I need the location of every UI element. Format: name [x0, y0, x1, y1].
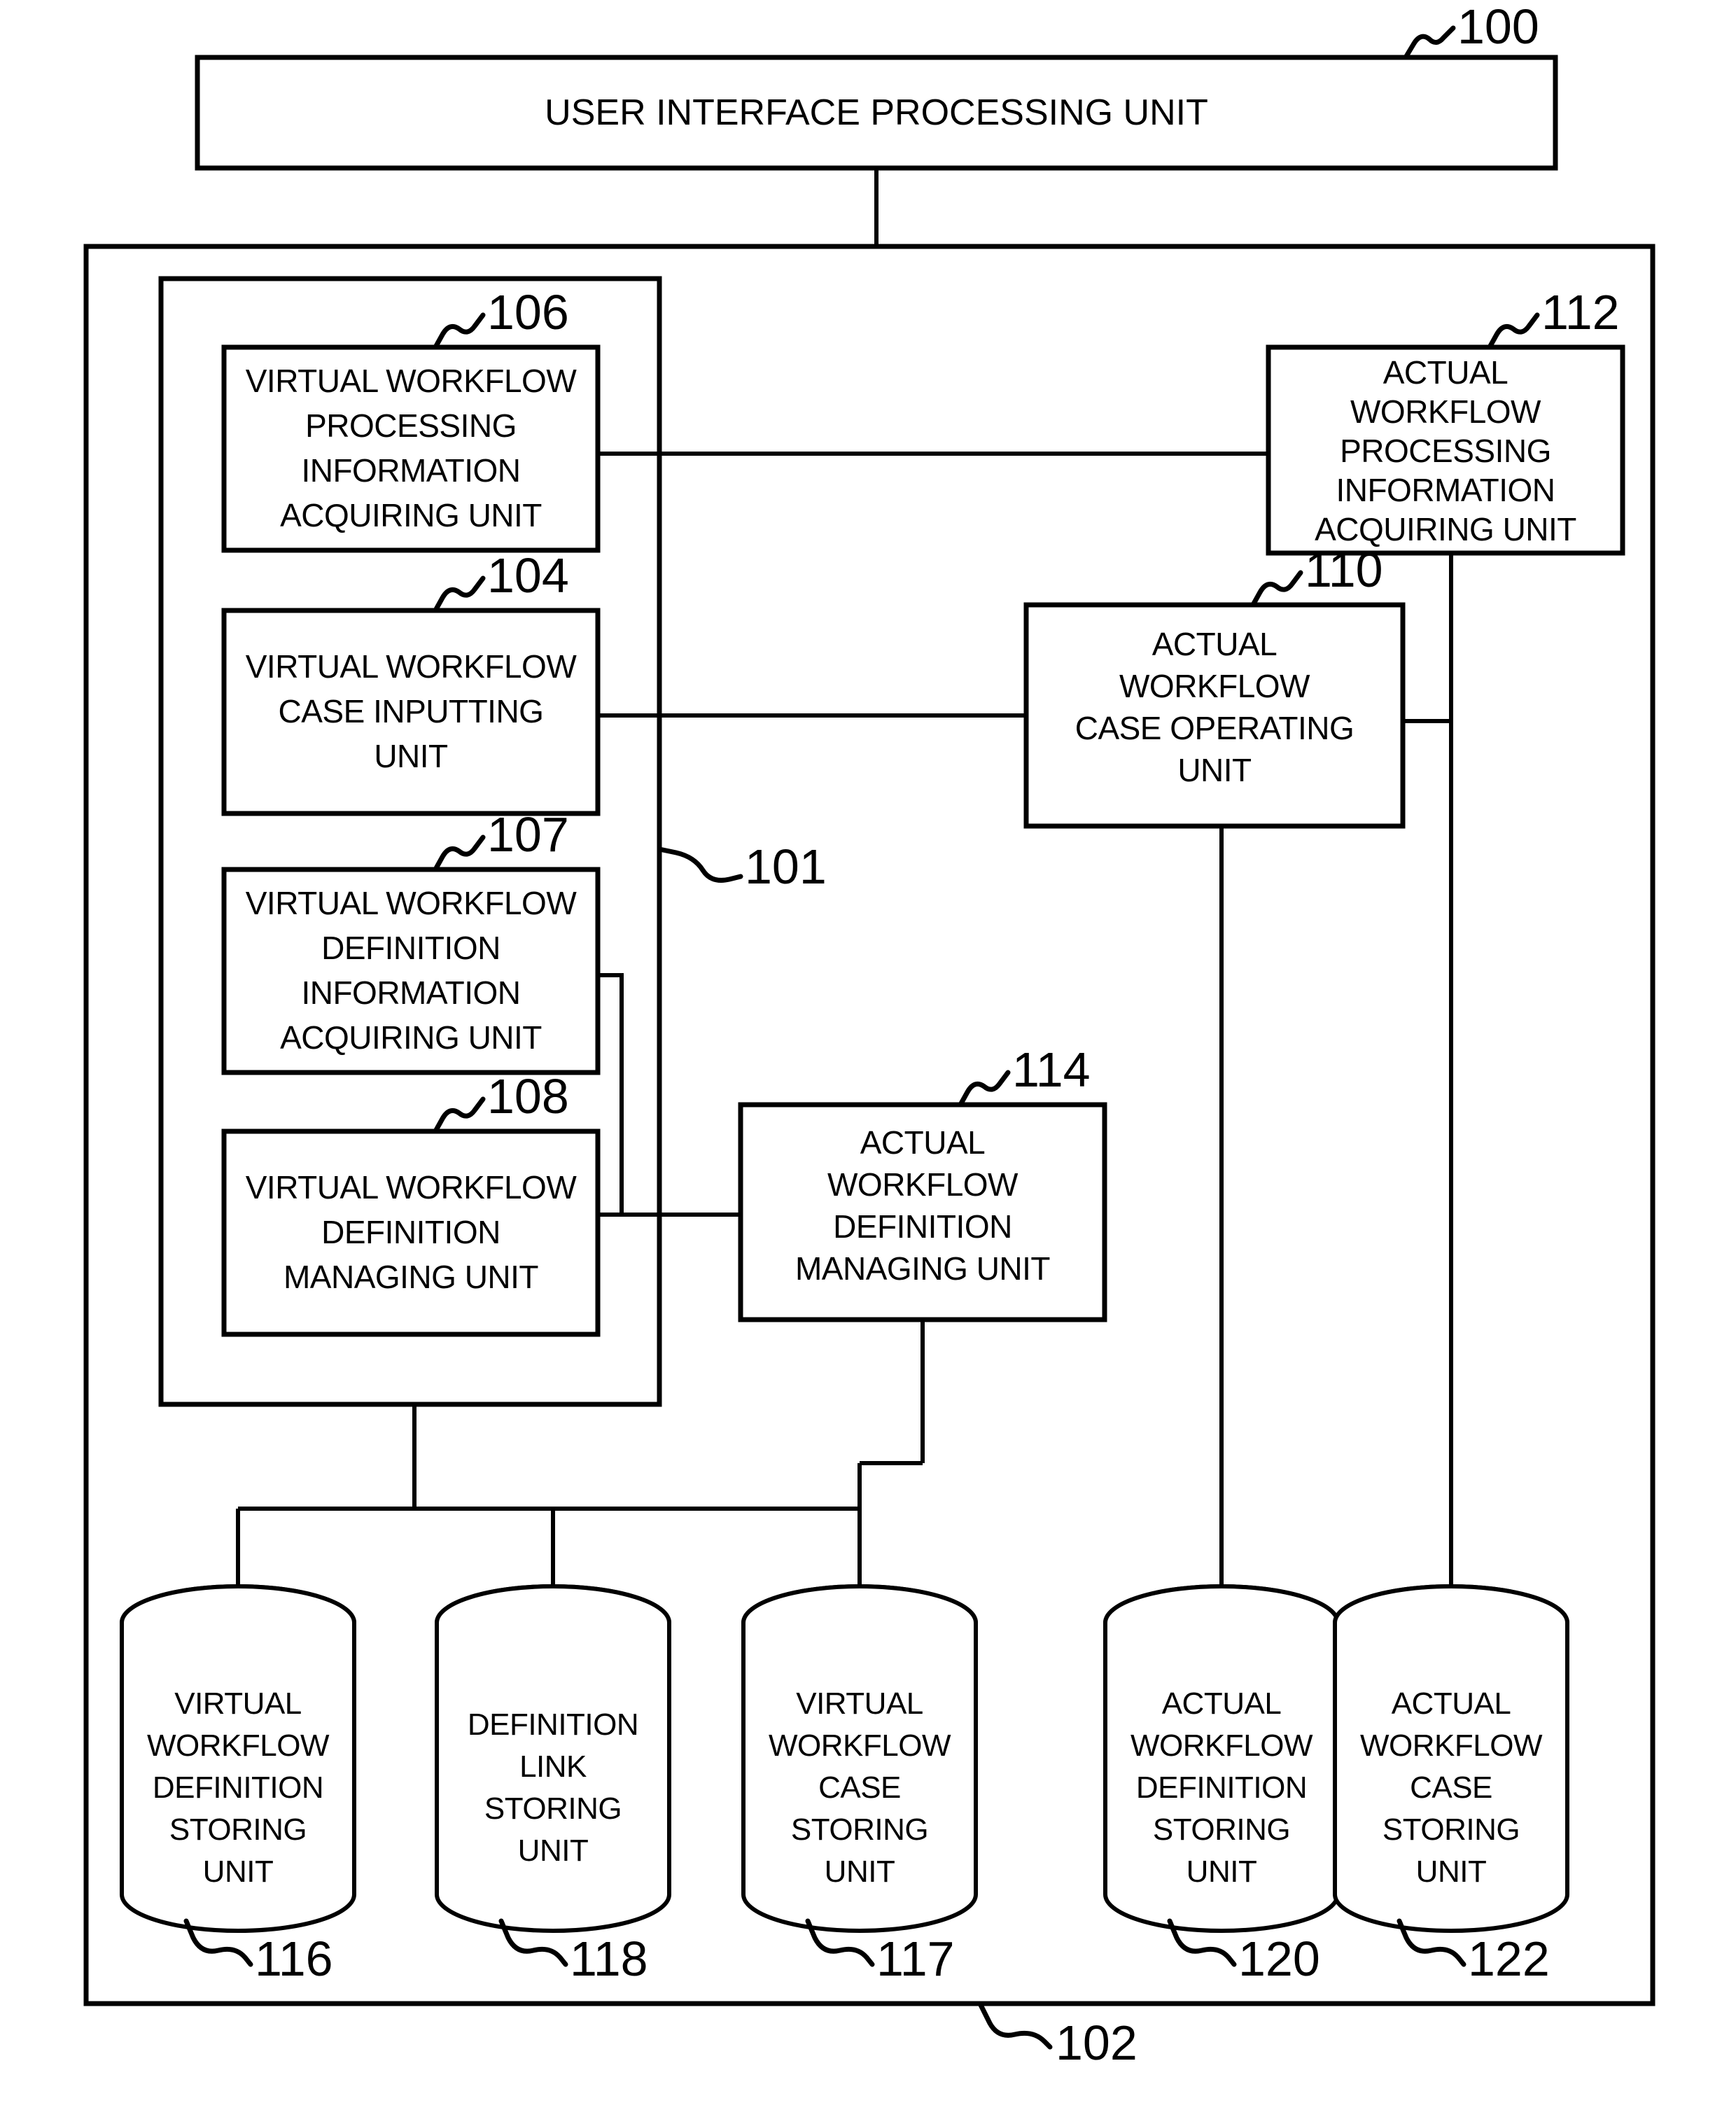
box-114-line-2: DEFINITION: [833, 1208, 1012, 1245]
ref-number-112: 112: [1541, 285, 1620, 340]
box-110-line-2: CASE OPERATING: [1075, 710, 1354, 746]
cyl-118-line-3: UNIT: [518, 1833, 589, 1868]
cyl-122-line-0: ACTUAL: [1392, 1686, 1511, 1721]
ref-number-108: 108: [487, 1069, 569, 1124]
actual-workflow-case-operating-unit-box: ACTUAL WORKFLOW CASE OPERATING UNIT: [1023, 602, 1406, 829]
box-110-line-3: UNIT: [1177, 752, 1252, 788]
ref-number-104: 104: [487, 548, 569, 603]
ref-number-122: 122: [1468, 1931, 1550, 1986]
box-107-line-2: INFORMATION: [301, 974, 520, 1011]
actual-workflow-definition-storing-unit-cylinder: ACTUAL WORKFLOW DEFINITION STORING UNIT: [1103, 1584, 1340, 1933]
box-108-line-0: VIRTUAL WORKFLOW: [246, 1169, 578, 1206]
ref-number-101: 101: [745, 839, 827, 894]
cyl-120-line-1: WORKFLOW: [1130, 1728, 1313, 1763]
cyl-117-line-1: WORKFLOW: [769, 1728, 951, 1763]
box-114-line-1: WORKFLOW: [827, 1166, 1018, 1203]
lead-line-101: [657, 846, 743, 883]
ref-number-102: 102: [1056, 2015, 1138, 2070]
lead-line-114: [958, 1070, 1011, 1108]
cyl-117-line-4: UNIT: [825, 1854, 895, 1889]
box-112-line-3: INFORMATION: [1336, 472, 1555, 508]
banner-label: USER INTERFACE PROCESSING UNIT: [545, 92, 1208, 133]
box-112-line-2: PROCESSING: [1340, 433, 1551, 469]
cyl-118-top: [435, 1584, 671, 1623]
cyl-122-line-2: CASE: [1410, 1770, 1492, 1805]
ref-number-116: 116: [255, 1931, 333, 1986]
box-107-line-0: VIRTUAL WORKFLOW: [246, 885, 578, 921]
ref-number-107: 107: [487, 807, 569, 862]
lead-line-107: [433, 834, 486, 872]
box-107-line-1: DEFINITION: [321, 930, 500, 966]
box-106-line-3: ACQUIRING UNIT: [280, 497, 542, 533]
cyl-122-line-4: UNIT: [1416, 1854, 1487, 1889]
box-108-line-1: DEFINITION: [321, 1214, 500, 1250]
cyl-120-line-3: STORING: [1153, 1812, 1290, 1847]
box-106-line-2: INFORMATION: [301, 452, 520, 489]
cyl-120-line-4: UNIT: [1186, 1854, 1257, 1889]
cyl-120-top: [1103, 1584, 1340, 1623]
virtual-workflow-case-inputting-unit-box: VIRTUAL WORKFLOW CASE INPUTTING UNIT: [221, 608, 601, 816]
box-114-line-3: MANAGING UNIT: [795, 1250, 1050, 1287]
box-104-line-2: UNIT: [374, 738, 448, 774]
cyl-116-line-4: UNIT: [203, 1854, 274, 1889]
lead-line-102: [977, 2001, 1053, 2050]
cyl-117-line-3: STORING: [791, 1812, 928, 1847]
box-107-line-3: ACQUIRING UNIT: [280, 1019, 542, 1056]
connector-107-to-bus: [598, 973, 624, 1215]
cyl-116-top: [120, 1584, 356, 1623]
ref-number-118: 118: [570, 1931, 648, 1986]
box-114-line-0: ACTUAL: [860, 1124, 985, 1161]
ref-number-114: 114: [1012, 1042, 1091, 1097]
box-104-line-0: VIRTUAL WORKFLOW: [246, 648, 578, 685]
box-112-line-0: ACTUAL: [1383, 354, 1508, 391]
cyl-117-line-0: VIRTUAL: [796, 1686, 923, 1721]
actual-workflow-processing-information-acquiring-unit-box: ACTUAL WORKFLOW PROCESSING INFORMATION A…: [1266, 344, 1625, 556]
virtual-workflow-definition-information-acquiring-unit-box: VIRTUAL WORKFLOW DEFINITION INFORMATION …: [221, 867, 601, 1075]
cyl-117-line-2: CASE: [818, 1770, 901, 1805]
cyl-120-line-0: ACTUAL: [1162, 1686, 1282, 1721]
cyl-122-line-1: WORKFLOW: [1360, 1728, 1543, 1763]
ref-number-106: 106: [487, 285, 569, 340]
cyl-118-line-2: STORING: [484, 1791, 622, 1826]
lead-line-108: [433, 1096, 486, 1134]
ref-number-100: 100: [1457, 0, 1539, 54]
box-112-line-1: WORKFLOW: [1350, 393, 1541, 430]
cyl-116-line-0: VIRTUAL: [174, 1686, 302, 1721]
lead-line-112: [1487, 312, 1540, 350]
cyl-116-line-3: STORING: [169, 1812, 307, 1847]
lead-line-106: [433, 312, 486, 350]
ref-number-117: 117: [876, 1931, 955, 1986]
ref-number-110: 110: [1305, 543, 1383, 597]
user-interface-processing-unit-box: USER INTERFACE PROCESSING UNIT: [195, 55, 1558, 171]
cyl-120-line-2: DEFINITION: [1136, 1770, 1307, 1805]
definition-link-storing-unit-cylinder: DEFINITION LINK STORING UNIT: [435, 1584, 671, 1933]
cyl-116-line-2: DEFINITION: [153, 1770, 323, 1805]
actual-workflow-definition-managing-unit-box: ACTUAL WORKFLOW DEFINITION MANAGING UNIT: [738, 1102, 1107, 1322]
cyl-122-top: [1333, 1584, 1569, 1623]
box-106-line-1: PROCESSING: [305, 407, 517, 444]
virtual-workflow-processing-information-acquiring-unit-box: VIRTUAL WORKFLOW PROCESSING INFORMATION …: [221, 344, 601, 553]
virtual-workflow-definition-managing-unit-box: VIRTUAL WORKFLOW DEFINITION MANAGING UNI…: [221, 1129, 601, 1337]
cyl-116-line-1: WORKFLOW: [147, 1728, 330, 1763]
lead-line-104: [433, 575, 486, 613]
virtual-workflow-definition-storing-unit-cylinder: VIRTUAL WORKFLOW DEFINITION STORING UNIT: [120, 1584, 356, 1933]
cyl-117-top: [741, 1584, 978, 1623]
patent-figure: USER INTERFACE PROCESSING UNIT 100 102 1…: [0, 0, 1736, 2103]
cyl-118-line-0: DEFINITION: [468, 1707, 638, 1742]
cyl-122-line-3: STORING: [1382, 1812, 1520, 1847]
ref-number-120: 120: [1238, 1931, 1320, 1986]
box-110-line-0: ACTUAL: [1152, 626, 1277, 662]
cyl-118-line-1: LINK: [519, 1749, 587, 1784]
lead-line-110: [1250, 570, 1303, 608]
box-108-line-2: MANAGING UNIT: [284, 1259, 538, 1295]
lead-line-100: [1403, 25, 1456, 60]
actual-workflow-case-storing-unit-cylinder: ACTUAL WORKFLOW CASE STORING UNIT: [1333, 1584, 1569, 1933]
box-106-line-0: VIRTUAL WORKFLOW: [246, 363, 578, 399]
virtual-workflow-case-storing-unit-cylinder: VIRTUAL WORKFLOW CASE STORING UNIT: [741, 1584, 978, 1933]
diagram-canvas: USER INTERFACE PROCESSING UNIT 100 102 1…: [83, 0, 1656, 2070]
box-110-line-1: WORKFLOW: [1119, 668, 1310, 704]
box-104-line-1: CASE INPUTTING: [279, 693, 544, 729]
